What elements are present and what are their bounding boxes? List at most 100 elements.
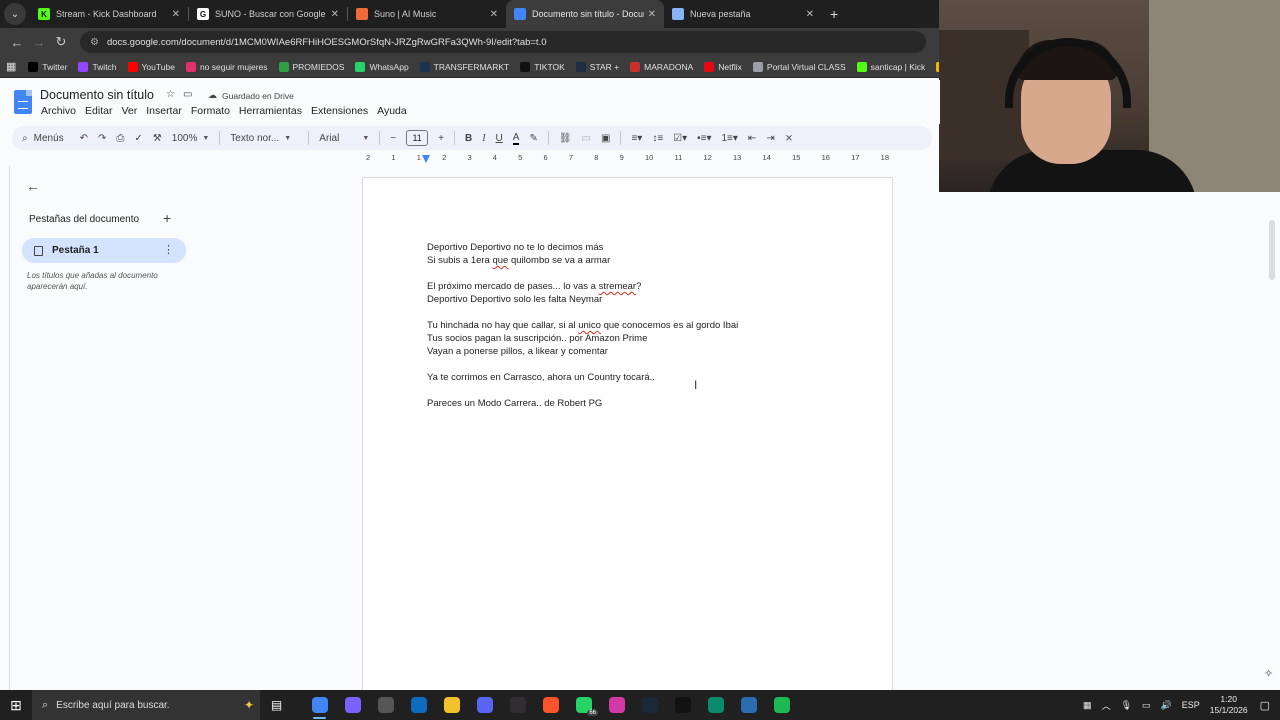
close-tab-icon[interactable]: ✕ <box>172 9 180 20</box>
document-line[interactable]: Si subis a 1era que quilombo se va a arm… <box>427 254 847 267</box>
image-icon[interactable]: ▣ <box>601 133 610 144</box>
taskbar-app-whatsapp-icon[interactable]: 66 <box>567 690 600 720</box>
bookmark-item[interactable]: TIKTOK <box>520 61 565 72</box>
bookmark-item[interactable]: santicap | Kick <box>856 61 925 72</box>
bookmark-item[interactable]: WhatsApp <box>355 61 409 72</box>
close-panel-arrow-icon[interactable]: ← <box>26 178 40 194</box>
paint-format-icon[interactable]: ⚒ <box>153 133 162 144</box>
decrease-font-size-icon[interactable]: − <box>390 133 396 144</box>
taskbar-app-discord-icon[interactable] <box>468 690 501 720</box>
move-folder-icon[interactable]: ▭ <box>183 89 192 100</box>
new-tab-plus-icon[interactable]: + <box>822 6 846 28</box>
menu-editar[interactable]: Editar <box>85 105 112 117</box>
reload-icon[interactable]: ↻ <box>50 34 72 50</box>
document-line[interactable] <box>427 267 847 280</box>
close-tab-icon[interactable]: ✕ <box>331 9 339 20</box>
forward-arrow-icon[interactable]: → <box>28 35 50 50</box>
undo-icon[interactable]: ↶ <box>80 133 88 144</box>
increase-indent-icon[interactable]: ⇥ <box>766 133 774 144</box>
document-line[interactable]: Deportivo Deportivo solo les falta Neyma… <box>427 293 847 306</box>
address-bar[interactable]: ⚙ docs.google.com/document/d/1MCM0WIAe6R… <box>80 31 926 53</box>
document-line[interactable]: Tu hinchada no hay que callar, si al uni… <box>427 319 847 332</box>
taskbar-search[interactable]: ⌕ Escribe aquí para buscar. ✦ <box>32 690 260 720</box>
bulleted-list-icon[interactable]: •≡▾ <box>697 133 711 144</box>
bookmark-item[interactable]: TRANSFERMARKT <box>419 61 509 72</box>
language-indicator[interactable]: ESP <box>1182 700 1200 710</box>
browser-tab[interactable]: Suno | AI Music ✕ <box>348 0 506 28</box>
document-body[interactable]: Deportivo Deportivo no te lo decimos más… <box>427 241 847 410</box>
comment-icon[interactable]: ▭ <box>582 133 591 144</box>
document-tab-item[interactable]: Pestaña 1 ⋮ <box>22 238 186 263</box>
document-line[interactable]: Pareces un Modo Carrera.. de Robert PG <box>427 397 847 410</box>
document-line[interactable]: El próximo mercado de pases... lo vas a … <box>427 280 847 293</box>
spellcheck-icon[interactable]: ✓ <box>134 133 142 144</box>
add-tab-plus-icon[interactable]: + <box>163 210 171 226</box>
taskbar-app-mail-icon[interactable] <box>402 690 435 720</box>
line-spacing-icon[interactable]: ↕≡ <box>652 133 663 144</box>
bookmark-item[interactable]: STAR + <box>575 61 619 72</box>
document-line[interactable] <box>427 384 847 397</box>
document-line[interactable]: Tus socios pagan la suscripción.. por Am… <box>427 332 847 345</box>
clear-formatting-icon[interactable]: ⨯ <box>785 133 793 144</box>
keyboard-layout-icon[interactable]: ▦ <box>1083 700 1092 711</box>
site-info-icon[interactable]: ⚙ <box>90 37 99 48</box>
microphone-icon[interactable]: 🎙 <box>1121 700 1132 711</box>
document-line[interactable] <box>427 358 847 371</box>
bookmark-item[interactable]: Netflix <box>704 61 742 72</box>
notifications-icon[interactable]: ▢ <box>1260 699 1270 712</box>
scrollbar-thumb[interactable] <box>1269 220 1275 280</box>
horizontal-ruler[interactable]: 2 1 1 2 3 4 5 6 7 8 9 10 11 12 13 14 15 16 17 18 <box>362 153 893 165</box>
menu-extensiones[interactable]: Extensiones <box>311 105 368 117</box>
style-select[interactable]: Texto nor... ▼ <box>230 133 298 144</box>
bookmark-item[interactable]: Twitter <box>28 61 67 72</box>
text-color-icon[interactable]: A <box>512 132 520 145</box>
close-tab-icon[interactable]: ✕ <box>648 9 656 20</box>
taskbar-app-app-pink-icon[interactable] <box>600 690 633 720</box>
taskbar-app-copilot-icon[interactable] <box>336 690 369 720</box>
menu-ayuda[interactable]: Ayuda <box>377 105 407 117</box>
checklist-icon[interactable]: ☑▾ <box>673 133 687 144</box>
more-options-icon[interactable]: ⋮ <box>163 243 174 256</box>
menu-formato[interactable]: Formato <box>191 105 230 117</box>
taskbar-app-terminal-icon[interactable] <box>699 690 732 720</box>
task-view-icon[interactable]: ▤ <box>260 690 293 720</box>
taskbar-app-spotify-icon[interactable] <box>765 690 798 720</box>
bookmark-item[interactable]: MARADONA <box>630 61 693 72</box>
back-arrow-icon[interactable]: ← <box>6 35 28 50</box>
increase-font-size-icon[interactable]: + <box>438 133 444 144</box>
show-hidden-icons-chevron-icon[interactable]: ︿ <box>1102 699 1111 712</box>
browser-tab[interactable]: K Stream - Kick Dashboard ✕ <box>30 0 188 28</box>
menu-archivo[interactable]: Archivo <box>41 105 76 117</box>
close-tab-icon[interactable]: ✕ <box>490 9 498 20</box>
link-icon[interactable]: ⛓ <box>559 133 572 144</box>
numbered-list-icon[interactable]: 1≡▾ <box>722 133 738 144</box>
spellcheck-word[interactable]: unico <box>578 320 601 331</box>
browser-tab[interactable]: Nueva pestaña ✕ <box>664 0 822 28</box>
taskbar-app-brave-icon[interactable] <box>534 690 567 720</box>
font-size-input[interactable]: 11 <box>406 130 429 146</box>
google-docs-logo-icon[interactable] <box>14 90 32 114</box>
taskbar-app-steam-icon[interactable] <box>633 690 666 720</box>
taskbar-app-chrome-icon[interactable] <box>303 690 336 720</box>
bookmark-item[interactable]: PROMIEDOS <box>278 61 344 72</box>
save-status[interactable]: ☁ Guardado en Drive <box>208 90 294 101</box>
document-line[interactable]: Deportivo Deportivo no te lo decimos más <box>427 241 847 254</box>
star-icon[interactable]: ☆ <box>166 89 175 100</box>
taskbar-app-capcut-icon[interactable] <box>666 690 699 720</box>
align-icon[interactable]: ≡▾ <box>631 133 642 144</box>
close-tab-icon[interactable]: ✕ <box>806 9 814 20</box>
document-line[interactable]: Ya te corrimos en Carrasco, ahora un Cou… <box>427 371 847 384</box>
taskbar-app-cpuz-icon[interactable] <box>369 690 402 720</box>
bookmark-item[interactable]: YouTube <box>127 61 175 72</box>
windows-start-icon[interactable]: ⊞ <box>0 697 32 714</box>
search-menus[interactable]: ⌕ Menús <box>22 133 64 144</box>
bookmark-item[interactable]: Twitch <box>78 61 117 72</box>
spellcheck-word[interactable]: stremear <box>599 281 636 292</box>
document-title[interactable]: Documento sin título <box>40 88 154 102</box>
apps-grid-icon[interactable]: ▦ <box>6 60 16 73</box>
document-line[interactable]: Vayan a ponerse pillos, a likear y comen… <box>427 345 847 358</box>
highlight-icon[interactable]: ✎ <box>529 133 537 144</box>
document-line[interactable] <box>427 306 847 319</box>
speaker-icon[interactable]: 🔊 <box>1161 700 1172 711</box>
taskbar-app-explorer-icon[interactable] <box>435 690 468 720</box>
